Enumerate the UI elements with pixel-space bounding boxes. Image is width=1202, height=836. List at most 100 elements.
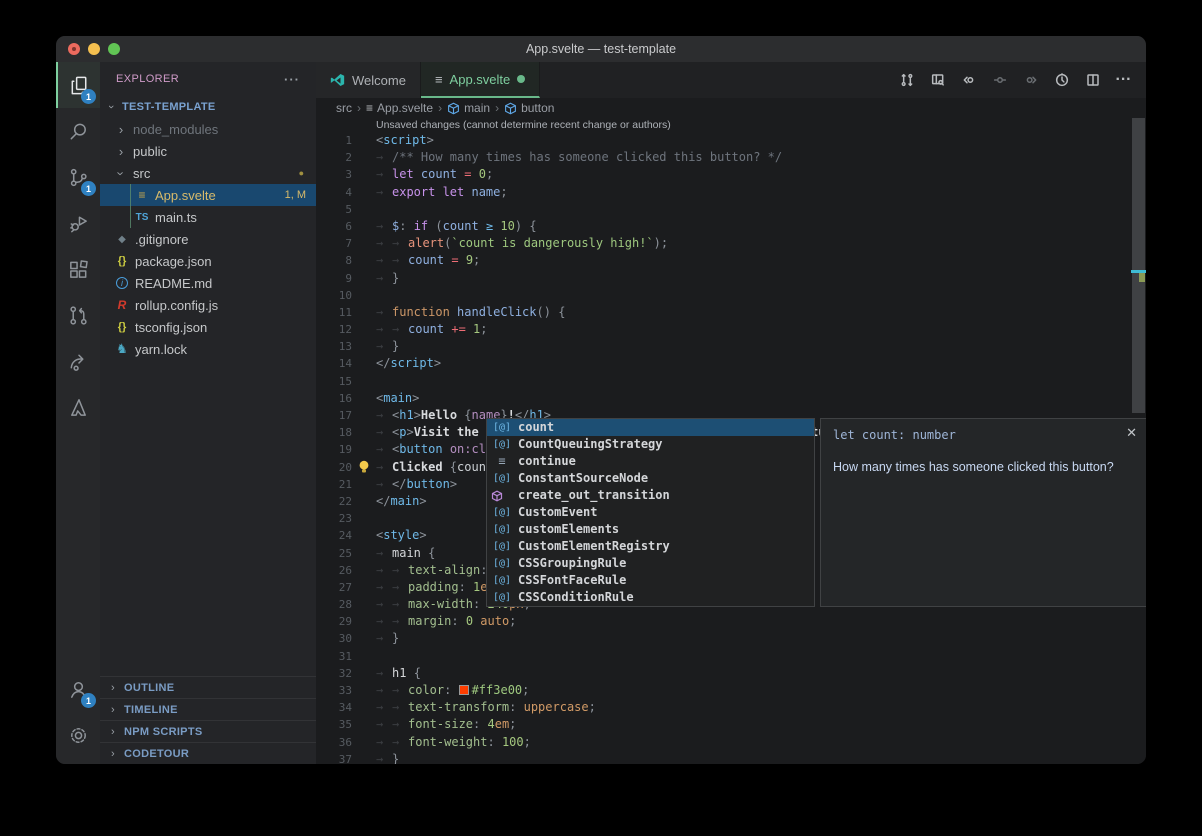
indent-arrow: → <box>376 166 392 183</box>
code-line-7[interactable]: 7→→alert(`count is dangerously high!`); <box>316 235 1146 252</box>
workspace-root-row[interactable]: › TEST-TEMPLATE <box>100 96 316 118</box>
code-line-36[interactable]: 36→→font-weight: 100; <box>316 734 1146 751</box>
file-row-rollup.config.js[interactable]: Rrollup.config.js <box>100 294 316 316</box>
suggest-item-ConstantSourceNode[interactable]: [@]ConstantSourceNode <box>487 470 814 487</box>
activity-item-github-pull-request[interactable] <box>56 292 100 338</box>
file-row-src[interactable]: ›src● <box>100 162 316 184</box>
activity-item-extensions[interactable] <box>56 246 100 292</box>
activity-item-source-control[interactable]: 1 <box>56 154 100 200</box>
suggest-item-CSSGroupingRule[interactable]: [@]CSSGroupingRule <box>487 555 814 572</box>
current-change-icon[interactable] <box>991 72 1008 89</box>
zoom-window-button[interactable] <box>108 43 120 55</box>
open-changes-icon[interactable] <box>898 72 915 89</box>
tab-welcome[interactable]: Welcome <box>316 62 421 98</box>
lightbulb-icon[interactable] <box>352 459 376 476</box>
indent-arrow: → <box>392 562 408 579</box>
code-line-5[interactable]: 5 <box>316 201 1146 218</box>
file-row-public[interactable]: ›public <box>100 140 316 162</box>
sidebar-more-actions-button[interactable]: ··· <box>284 72 300 87</box>
sidebar-section-codetour[interactable]: ›CODETOUR <box>100 742 316 764</box>
breadcrumb-item-src[interactable]: src <box>336 101 352 115</box>
code-line-3[interactable]: 3→let count = 0; <box>316 166 1146 183</box>
activity-bar: 1 1 1 <box>56 62 100 764</box>
suggest-item-CSSConditionRule[interactable]: [@]CSSConditionRule <box>487 589 814 606</box>
file-row-.gitignore[interactable]: ◆.gitignore <box>100 228 316 250</box>
code-text: →→alert(`count is dangerously high!`); <box>376 235 1146 252</box>
suggest-item-continue[interactable]: ≡continue <box>487 453 814 470</box>
breadcrumb-item-app-svelte[interactable]: ≡App.svelte <box>366 101 433 115</box>
section-label: NPM SCRIPTS <box>124 726 202 738</box>
activity-item-account[interactable]: 1 <box>56 666 100 712</box>
previous-change-icon[interactable] <box>960 72 977 89</box>
code-line-35[interactable]: 35→→font-size: 4em; <box>316 716 1146 733</box>
code-line-11[interactable]: 11→function handleClick() { <box>316 304 1146 321</box>
suggest-item-CSSFontFaceRule[interactable]: [@]CSSFontFaceRule <box>487 572 814 589</box>
scrollbar-thumb[interactable] <box>1132 118 1145 413</box>
codelens-annotation[interactable]: Unsaved changes (cannot determine recent… <box>316 118 1146 132</box>
code-line-30[interactable]: 30→} <box>316 630 1146 647</box>
code-line-31[interactable]: 31 <box>316 648 1146 665</box>
activity-item-azure[interactable] <box>56 384 100 430</box>
code-line-13[interactable]: 13→} <box>316 338 1146 355</box>
next-change-icon[interactable] <box>1022 72 1039 89</box>
file-row-tsconfig.json[interactable]: {}tsconfig.json <box>100 316 316 338</box>
activity-item-explorer[interactable]: 1 <box>56 62 100 108</box>
color-swatch[interactable] <box>459 685 469 695</box>
file-row-App.svelte[interactable]: ≡App.svelte1, M <box>100 184 316 206</box>
suggest-item-create_out_transition[interactable]: create_out_transition <box>487 487 814 504</box>
code-line-29[interactable]: 29→→margin: 0 auto; <box>316 613 1146 630</box>
suggest-item-CustomEvent[interactable]: [@]CustomEvent <box>487 504 814 521</box>
activity-item-live-share[interactable] <box>56 338 100 384</box>
code-line-37[interactable]: 37→} <box>316 751 1146 764</box>
code-line-32[interactable]: 32→h1 { <box>316 665 1146 682</box>
code-line-10[interactable]: 10 <box>316 287 1146 304</box>
file-row-package.json[interactable]: {}package.json <box>100 250 316 272</box>
code-line-9[interactable]: 9→} <box>316 270 1146 287</box>
activity-badge: 1 <box>81 181 96 196</box>
file-problems-badge: 1, M <box>285 189 316 201</box>
sidebar-section-outline[interactable]: ›OUTLINE <box>100 676 316 698</box>
file-row-node_modules[interactable]: ›node_modules <box>100 118 316 140</box>
gutter-space <box>352 734 376 751</box>
suggest-item-customElements[interactable]: [@]customElements <box>487 521 814 538</box>
file-row-main.ts[interactable]: TSmain.ts <box>100 206 316 228</box>
activity-item-settings[interactable] <box>56 712 100 758</box>
close-icon[interactable]: ✕ <box>1126 425 1137 441</box>
code-line-34[interactable]: 34→→text-transform: uppercase; <box>316 699 1146 716</box>
suggest-item-CountQueuingStrategy[interactable]: [@]CountQueuingStrategy <box>487 436 814 453</box>
suggest-label: create_out_transition <box>518 487 670 504</box>
modified-dot-icon[interactable] <box>517 75 525 83</box>
sidebar-section-npm-scripts[interactable]: ›NPM SCRIPTS <box>100 720 316 742</box>
code-line-15[interactable]: 15 <box>316 373 1146 390</box>
indent-arrow: → <box>392 252 408 269</box>
breadcrumb-item-button[interactable]: button <box>504 101 554 115</box>
timeline-run-icon[interactable] <box>1053 72 1070 89</box>
gutter-space <box>352 441 376 458</box>
split-editor-icon[interactable] <box>1084 72 1101 89</box>
code-line-14[interactable]: 14</script> <box>316 355 1146 372</box>
code-line-6[interactable]: 6→$: if (count ≥ 10) { <box>316 218 1146 235</box>
more-actions-icon[interactable]: ··· <box>1115 72 1132 89</box>
editor-toolbar: ··· <box>898 62 1146 98</box>
tab-app-svelte[interactable]: ≡App.svelte <box>421 62 540 98</box>
code-line-12[interactable]: 12→→count += 1; <box>316 321 1146 338</box>
code-line-16[interactable]: 16<main> <box>316 390 1146 407</box>
file-row-yarn.lock[interactable]: ♞yarn.lock <box>100 338 316 360</box>
suggest-item-count[interactable]: [@]count <box>487 419 814 436</box>
code-line-1[interactable]: 1<script> <box>316 132 1146 149</box>
file-row-README.md[interactable]: iREADME.md <box>100 272 316 294</box>
suggest-item-CustomElementRegistry[interactable]: [@]CustomElementRegistry <box>487 538 814 555</box>
code-line-8[interactable]: 8→→count = 9; <box>316 252 1146 269</box>
close-window-button[interactable] <box>68 43 80 55</box>
activity-item-search[interactable] <box>56 108 100 154</box>
sidebar-section-timeline[interactable]: ›TIMELINE <box>100 698 316 720</box>
code-line-4[interactable]: 4→export let name; <box>316 184 1146 201</box>
open-preview-icon[interactable] <box>929 72 946 89</box>
gutter-space <box>352 252 376 269</box>
activity-item-run-debug[interactable] <box>56 200 100 246</box>
section-label: CODETOUR <box>124 748 189 760</box>
breadcrumb-item-main[interactable]: main <box>447 101 490 115</box>
code-line-2[interactable]: 2→/** How many times has someone clicked… <box>316 149 1146 166</box>
code-line-33[interactable]: 33→→color: #ff3e00; <box>316 682 1146 699</box>
minimize-window-button[interactable] <box>88 43 100 55</box>
